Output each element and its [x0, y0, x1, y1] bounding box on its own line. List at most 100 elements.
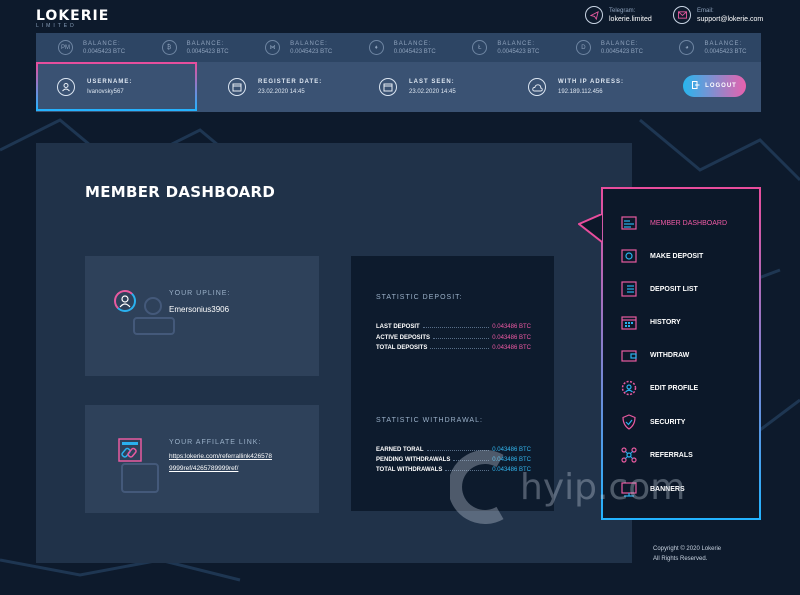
- cloud-icon: [528, 78, 546, 96]
- wallet-icon: [621, 347, 637, 363]
- list-icon: [621, 281, 637, 297]
- logout-label: LOGOUT: [705, 83, 737, 89]
- calendar-icon: [379, 78, 397, 96]
- sidebar-pointer: [578, 214, 603, 243]
- nav-label: MAKE DEPOSIT: [650, 252, 704, 260]
- xmr-icon: ⋈: [265, 40, 281, 55]
- watermark: hyip.com: [450, 447, 685, 527]
- register-date-label: REGISTER DATE:: [258, 79, 323, 85]
- logout-button[interactable]: LOGOUT: [683, 75, 746, 97]
- stat-row: ACTIVE DEPOSITS 0.043486 BTC: [376, 335, 531, 341]
- balance-strip: PM BALANCE: 0.0045423 BTC ₿ BALANCE: 0.00454…: [36, 33, 761, 62]
- affiliate-label: YOUR AFFILATE LINK:: [169, 439, 262, 446]
- calendar-icon: [621, 314, 637, 330]
- balance-value: 0.0045423 BTC: [600, 48, 643, 55]
- page-title: MEMBER DASHBOARD: [85, 183, 276, 201]
- stat-value: 0.043486 BTC: [492, 335, 531, 341]
- stat-value: 0.043486 BTC: [492, 345, 531, 351]
- stat-value: 0.043486 BTC: [492, 324, 531, 330]
- email-icon: [673, 6, 691, 24]
- ip-label: WITH IP ADRESS:: [558, 79, 625, 85]
- bitcoin-icon: ₿: [161, 40, 177, 55]
- telegram-value: lokerie.limited: [609, 15, 652, 23]
- email-label: Email:: [697, 7, 714, 14]
- balance-item: ♦ BALANCE: 0.0045423 BTC: [347, 33, 451, 62]
- affiliate-link-continued[interactable]: 9999ref/4265789999ref/: [169, 465, 238, 472]
- stat-row: LAST DEPOSIT 0.043486 BTC: [376, 324, 531, 330]
- stat-label: PENDING WITHDRAWALS: [376, 457, 451, 463]
- balance-label: BALANCE:: [186, 40, 225, 47]
- nav-label: EDIT PROFILE: [650, 384, 699, 392]
- stat-label: TOTAL DEPOSITS: [376, 345, 428, 351]
- profile-gear-icon: [621, 380, 637, 396]
- doge-icon: ◕: [679, 40, 695, 55]
- copyright-line: Copyright © 2020 Lokerie: [653, 546, 722, 552]
- dash-icon: D: [575, 40, 591, 55]
- email-contact[interactable]: Email: support@lokerie.com: [673, 6, 763, 24]
- balance-label: BALANCE:: [290, 40, 328, 47]
- dashboard-icon: [621, 215, 637, 231]
- balance-value: 0.0045423 BTC: [83, 48, 126, 55]
- upline-user-icon: [114, 290, 136, 312]
- balance-label: BALANCE:: [497, 40, 535, 47]
- ip-value: 192.189.112.456: [558, 89, 603, 95]
- balance-item: PM BALANCE: 0.0045423 BTC: [36, 33, 140, 62]
- balance-label: BALANCE:: [83, 40, 121, 47]
- nav-label: WITHDRAW: [650, 351, 690, 359]
- telegram-contact[interactable]: Telegram: lokerie.limited: [585, 6, 652, 24]
- rights-line: All Rights Reserved.: [653, 556, 708, 562]
- watermark-logo-icon: [450, 450, 504, 524]
- nav-label: SECURITY: [650, 418, 686, 426]
- stat-label: TOTAL WITHDRAWALS: [376, 467, 443, 473]
- nav-item-deposit-list[interactable]: DEPOSIT LIST: [621, 281, 698, 297]
- ethereum-icon: ♦: [368, 40, 384, 55]
- balance-label: BALANCE:: [600, 40, 639, 47]
- balance-label: BALANCE:: [704, 40, 743, 47]
- nav-item-security[interactable]: SECURITY: [621, 414, 685, 430]
- calendar-icon: [228, 78, 246, 96]
- register-date-value: 23.02.2020 14:45: [258, 89, 305, 95]
- nav-label: DEPOSIT LIST: [650, 285, 698, 293]
- balance-value: 0.0045423 BTC: [186, 48, 229, 55]
- nav-item-history[interactable]: HISTORY: [621, 314, 681, 330]
- email-value: support@lokerie.com: [697, 15, 764, 23]
- balance-value: 0.0045423 BTC: [393, 48, 436, 55]
- telegram-icon: [585, 6, 603, 24]
- balance-item: ₿ BALANCE: 0.0045423 BTC: [140, 33, 244, 62]
- deposit-stats-title: STATISTIC DEPOSIT:: [376, 294, 463, 301]
- balance-value: 0.0045423 BTC: [704, 48, 747, 55]
- footer-copyright: Copyright © 2020 Lokerie All Rights Rese…: [653, 544, 721, 564]
- balance-value: 0.0045423 BTC: [290, 48, 333, 55]
- ip-info: WITH IP ADRESS: 192.189.112.456: [528, 62, 624, 112]
- stat-label: ACTIVE DEPOSITS: [376, 335, 431, 341]
- nav-item-withdraw[interactable]: WITHDRAW: [621, 347, 689, 363]
- balance-item: Ł BALANCE: 0.0045423 BTC: [450, 33, 554, 62]
- last-seen-value: 23.02.2020 14:45: [409, 89, 456, 95]
- nav-item-member-dashboard[interactable]: MEMBER DASHBOARD: [621, 215, 727, 231]
- shield-icon: [621, 414, 637, 430]
- affiliate-link[interactable]: https:lokerie.com/referrallink426578: [169, 453, 272, 460]
- upline-value: Emersonius3906: [169, 305, 230, 314]
- litecoin-icon: Ł: [472, 40, 488, 55]
- last-seen-info: LAST SEEN: 23.02.2020 14:45: [379, 62, 456, 112]
- logout-icon: [692, 81, 700, 91]
- balance-label: BALANCE:: [393, 40, 432, 47]
- nav-label: HISTORY: [650, 318, 681, 326]
- nav-item-make-deposit[interactable]: MAKE DEPOSIT: [621, 248, 703, 264]
- last-seen-label: LAST SEEN:: [409, 79, 455, 85]
- balance-item: ⋈ BALANCE: 0.0045423 BTC: [243, 33, 347, 62]
- brand-name: LOKERIE: [36, 8, 110, 24]
- balance-item: D BALANCE: 0.0045423 BTC: [554, 33, 658, 62]
- register-date-info: REGISTER DATE: 23.02.2020 14:45: [228, 62, 322, 112]
- pm-icon: PM: [58, 40, 73, 55]
- nav-label: MEMBER DASHBOARD: [650, 219, 728, 227]
- brand-logo[interactable]: LOKERIE LIMITED: [36, 8, 109, 29]
- stat-label: EARNED TORAL: [376, 447, 424, 453]
- upline-label: YOUR UPLINE:: [169, 290, 231, 297]
- withdraw-stats-title: STATISTIC WITHDRAWAL:: [376, 417, 483, 424]
- telegram-label: Telegram:: [609, 7, 636, 14]
- nav-item-edit-profile[interactable]: EDIT PROFILE: [621, 380, 698, 396]
- affiliate-link-icon: [118, 438, 159, 493]
- balance-value: 0.0045423 BTC: [497, 48, 540, 55]
- balance-item: ◕ BALANCE: 0.0045423 BTC: [657, 33, 761, 62]
